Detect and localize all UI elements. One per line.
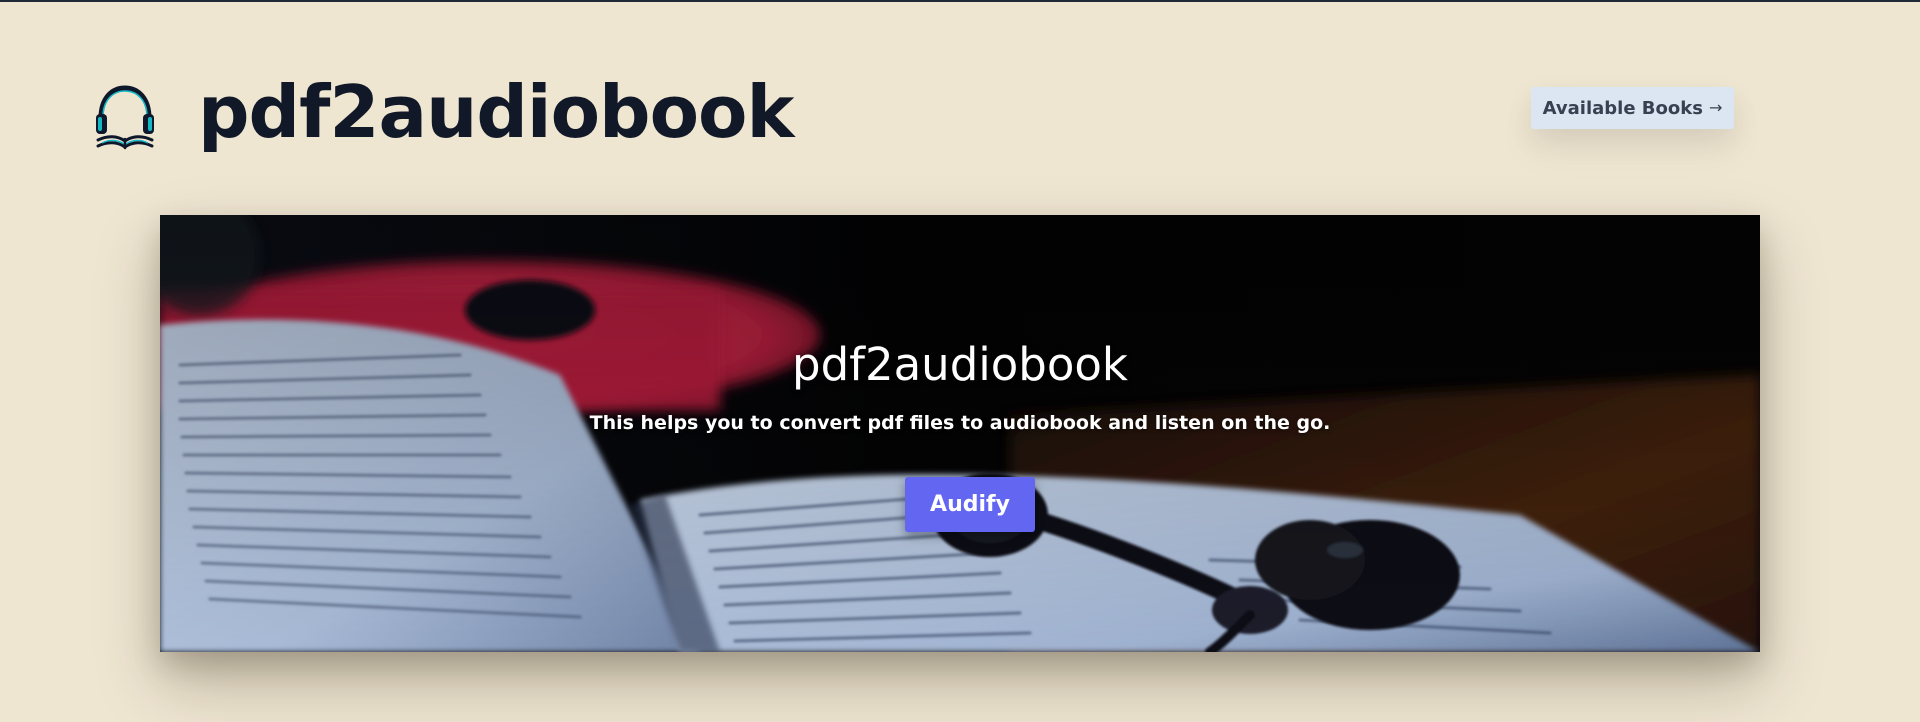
- site-title: pdf2audiobook: [198, 70, 794, 154]
- hero-subtitle: This helps you to convert pdf files to a…: [589, 412, 1331, 434]
- hero-content: pdf2audiobook This helps you to convert …: [160, 215, 1760, 652]
- available-books-link[interactable]: Available Books →: [1531, 87, 1734, 129]
- arrow-right-icon: →: [1708, 98, 1723, 117]
- hero-title: pdf2audiobook: [792, 338, 1128, 391]
- headphones-book-icon[interactable]: [88, 80, 162, 154]
- audify-button[interactable]: Audify: [905, 477, 1035, 532]
- site-header: pdf2audiobook Available Books →: [0, 0, 1920, 200]
- available-books-label: Available Books: [1542, 97, 1703, 119]
- hero-banner: pdf2audiobook This helps you to convert …: [160, 215, 1760, 652]
